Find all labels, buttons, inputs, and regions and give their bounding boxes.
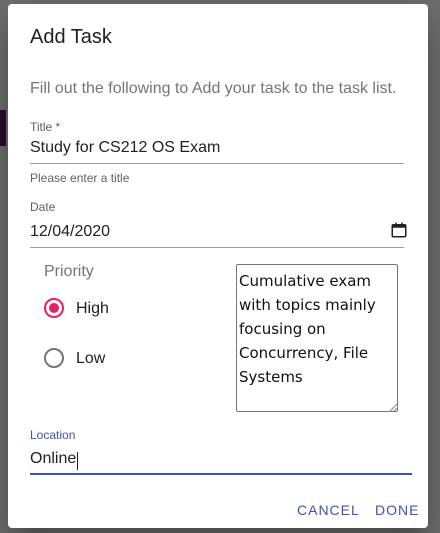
add-task-dialog: Add Task Fill out the following to Add y… xyxy=(8,4,428,528)
dialog-description: Fill out the following to Add your task … xyxy=(30,80,397,97)
priority-high-radio[interactable] xyxy=(44,298,64,318)
cancel-button[interactable]: CANCEL xyxy=(297,502,360,518)
date-field[interactable]: 12/04/2020 xyxy=(30,223,110,241)
priority-low-radio[interactable] xyxy=(44,348,64,368)
done-button[interactable]: DONE xyxy=(375,502,419,518)
location-field-label: Location xyxy=(30,428,76,442)
title-field-helper: Please enter a title xyxy=(30,171,130,185)
priority-high-label[interactable]: High xyxy=(76,300,109,318)
resize-grip-icon[interactable] xyxy=(388,402,398,412)
text-cursor xyxy=(77,452,78,470)
priority-low-label[interactable]: Low xyxy=(76,350,105,368)
priority-label: Priority xyxy=(44,263,94,280)
date-field-underline xyxy=(30,247,404,248)
title-field-underline xyxy=(30,163,404,164)
location-field[interactable]: Online xyxy=(30,450,76,468)
background-sidebar-edge xyxy=(0,110,6,146)
calendar-icon[interactable] xyxy=(390,221,408,239)
dialog-title: Add Task xyxy=(30,26,112,48)
title-field-label: Title * xyxy=(30,120,61,134)
date-field-label: Date xyxy=(30,200,56,214)
location-field-underline xyxy=(30,473,412,475)
title-field[interactable]: Study for CS212 OS Exam xyxy=(30,139,220,157)
notes-textarea[interactable]: Cumulative exam with topics mainly focus… xyxy=(236,264,398,412)
